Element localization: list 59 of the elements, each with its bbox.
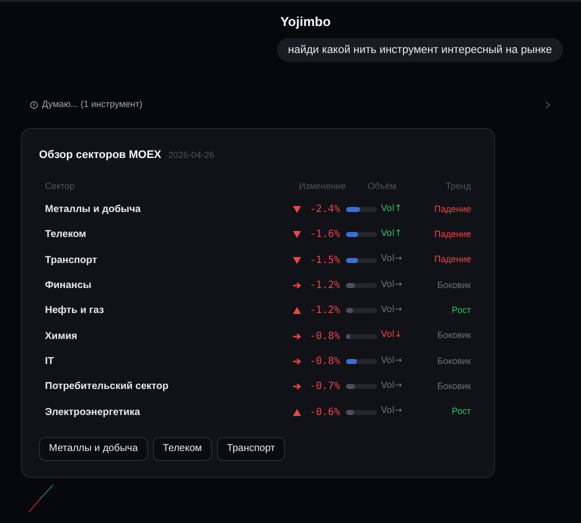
trend-label: Падение bbox=[433, 202, 471, 216]
sector-name: Нефть и газ bbox=[45, 304, 105, 318]
change-value: -1.6% bbox=[308, 228, 340, 242]
sector-name: Металлы и добыча bbox=[45, 203, 142, 218]
sector-name: Телеком bbox=[45, 228, 88, 242]
change-value: -0.6% bbox=[308, 406, 340, 420]
volume-trend: Vol→ bbox=[381, 405, 404, 418]
sector-button[interactable]: Металлы и добыча bbox=[39, 436, 148, 461]
sector-name: Финансы bbox=[45, 279, 92, 294]
right-arrow-icon bbox=[293, 332, 301, 340]
up-triangle-icon bbox=[293, 408, 301, 416]
down-triangle-icon bbox=[293, 256, 301, 264]
info-icon bbox=[30, 100, 38, 109]
trend-label: Боковик bbox=[436, 380, 471, 393]
sector-name: IT bbox=[45, 354, 55, 369]
trend-label: Рост bbox=[450, 304, 471, 318]
change-value: -0.8% bbox=[308, 354, 340, 369]
sparkline-drawing bbox=[28, 484, 54, 513]
volume-trend: Vol↓ bbox=[381, 329, 404, 342]
right-arrow-icon bbox=[293, 358, 301, 365]
change-value: -1.2% bbox=[308, 304, 340, 318]
change-value: -2.4% bbox=[308, 203, 340, 218]
column-header: Объём bbox=[366, 180, 398, 193]
trend-label: Падение bbox=[433, 253, 471, 266]
trend-label: Боковик bbox=[436, 354, 471, 368]
card-title: Обзор секторов MOEX bbox=[39, 148, 162, 162]
trend-label: Боковик bbox=[436, 329, 471, 342]
card-date: 2026-04-26 bbox=[168, 148, 214, 162]
volume-trend: Vol→ bbox=[381, 354, 404, 368]
down-triangle-icon bbox=[293, 206, 301, 214]
change-value: -0.7% bbox=[308, 380, 340, 394]
sector-name: Химия bbox=[45, 330, 78, 344]
volume-trend: Vol↑ bbox=[381, 228, 404, 242]
user-message: найди какой нить инструмент интересный на рынке bbox=[277, 38, 563, 62]
sector-name: Транспорт bbox=[45, 254, 98, 268]
right-arrow-icon bbox=[293, 282, 301, 290]
column-header: Тренд bbox=[444, 180, 471, 193]
column-header: Сектор bbox=[45, 180, 76, 193]
right-arrow-icon bbox=[293, 383, 301, 390]
volume-trend: Vol→ bbox=[381, 304, 404, 318]
trend-label: Рост bbox=[450, 405, 471, 418]
sector-button[interactable]: Транспорт bbox=[216, 436, 285, 461]
volume-trend: Vol↑ bbox=[381, 202, 404, 216]
change-value: -0.8% bbox=[308, 330, 340, 344]
change-value: -1.2% bbox=[308, 279, 340, 294]
up-triangle-icon bbox=[293, 307, 301, 314]
app-title: Yojimbo bbox=[280, 13, 331, 31]
chevron-icon[interactable] bbox=[545, 100, 551, 109]
volume-trend: Vol→ bbox=[381, 253, 404, 266]
change-value: -1.5% bbox=[308, 254, 340, 268]
down-triangle-icon bbox=[293, 231, 301, 238]
sector-name: Электроэнергетика bbox=[45, 406, 142, 420]
sector-name: Потребительский сектор bbox=[45, 380, 170, 394]
trend-label: Падение bbox=[433, 228, 471, 242]
sector-button[interactable]: Телеком bbox=[152, 436, 212, 461]
volume-trend: Vol→ bbox=[381, 278, 404, 292]
column-header: Изменение bbox=[299, 180, 347, 193]
volume-trend: Vol→ bbox=[381, 380, 404, 393]
trend-label: Боковик bbox=[436, 278, 471, 292]
